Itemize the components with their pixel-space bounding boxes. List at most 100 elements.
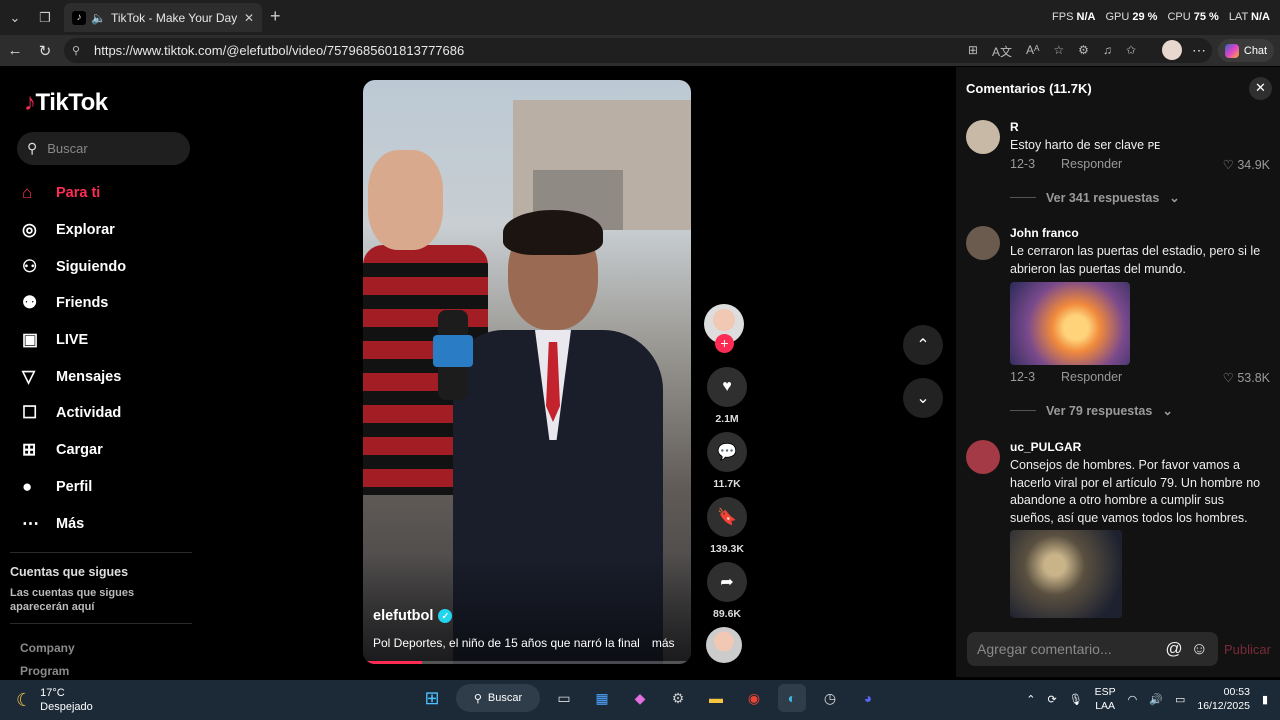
clock-app-icon[interactable]: ◷ [816,684,844,712]
close-comments-button[interactable]: ✕ [1249,77,1272,100]
comment-like[interactable]: ♡ 34.9K [1223,157,1270,172]
file-explorer-icon[interactable]: ▬ [702,684,730,712]
share-button[interactable]: ➦ 89.6K [704,562,750,620]
comment-button[interactable]: 💬 11.7K [704,432,750,490]
microphone-icon[interactable]: 🎙 [1069,693,1083,706]
chevron-up-icon[interactable]: ⌃ [1026,693,1035,706]
task-view-icon[interactable]: ▭ [550,684,578,712]
store-icon[interactable]: ▦ [588,684,616,712]
refresh-icon[interactable]: ↻ [30,42,60,60]
browser-tab[interactable]: ♪ 🔈 TikTok - Make Your Day ✕ [64,3,262,32]
video-progress-bar[interactable] [363,661,691,664]
view-replies-button[interactable]: Ver 79 respuestas ⌄ [1010,403,1173,418]
tab-close-icon[interactable]: ✕ [244,11,254,25]
emoji-icon[interactable]: ☺ [1191,639,1208,659]
comment-author[interactable]: John franco [1010,226,1079,240]
comment-image[interactable] [1010,530,1122,618]
apps-icon[interactable]: ⊞ [968,43,978,60]
comment-image[interactable] [1010,282,1130,365]
sidebar-item-para-ti[interactable]: ⌂ Para ti [22,175,202,212]
video-progress-fill [363,661,423,664]
workspaces-icon[interactable]: ❐ [30,0,60,35]
friends-icon: ⚉ [22,293,38,313]
browser-tabbar: ⌄ ❐ ♪ 🔈 TikTok - Make Your Day ✕ + FPS N… [0,0,1280,35]
weather-widget[interactable]: ☾ 17°C Despejado [16,686,93,714]
heart-outline-icon: ♡ [1222,158,1234,172]
translate-icon[interactable]: A文 [992,43,1012,60]
notification-icon[interactable]: ▮ [1262,693,1268,706]
url-text: https://www.tiktok.com/@elefutbol/video/… [94,43,465,58]
copilot-icon[interactable]: ◆ [626,684,654,712]
tiktok-favicon-icon: ♪ [72,10,86,25]
copilot-chat-button[interactable]: Chat [1218,39,1274,62]
reply-button[interactable]: Responder [1061,370,1122,384]
upload-icon: ⊞ [22,440,37,460]
comment-meta: 12-3 Responder [1010,157,1123,171]
comment-meta: 12-3 Responder [1010,370,1123,384]
view-replies-button[interactable]: Ver 341 respuestas ⌄ [1010,190,1180,205]
mention-icon[interactable]: @ [1165,639,1182,659]
new-tab-icon[interactable]: + [270,6,281,27]
sidebar-item-explorar[interactable]: ◎ Explorar [22,212,202,249]
reply-button[interactable]: Responder [1061,157,1122,171]
save-button[interactable]: 🔖 139.3K [704,497,750,555]
sidebar-item-actividad[interactable]: ☐ Actividad [22,395,202,432]
chrome-icon[interactable]: ◉ [740,684,768,712]
discord-icon[interactable]: ◕ [854,684,882,712]
tab-actions-icon[interactable]: ⌄ [0,0,30,35]
next-video-button[interactable]: ⌄ [903,378,943,418]
language-indicator[interactable]: ESP LAA [1095,685,1116,713]
video-author[interactable]: elefutbol ✓ [373,608,453,624]
video-frame-person [368,150,443,250]
favorites-icon[interactable]: ✩ [1126,43,1136,60]
sidebar-item-mas[interactable]: ⋯ Más [22,505,202,542]
comment-avatar[interactable] [966,120,1000,154]
extensions-icon[interactable]: ⚙ [1078,43,1089,60]
sync-icon[interactable]: ⟳ [1047,693,1056,706]
menu-dots-icon[interactable]: ⋯ [1192,42,1206,59]
clock[interactable]: 00:53 16/12/2025 [1197,685,1250,713]
previous-video-button[interactable]: ⌃ [903,325,943,365]
speaker-icon[interactable]: 🔈 [91,11,106,25]
wifi-icon[interactable]: ◠ [1128,693,1138,706]
sidebar-item-cargar[interactable]: ⊞ Cargar [22,432,202,469]
video-player[interactable]: elefutbol ✓ Pol Deportes, el niño de 15 … [363,80,691,664]
sound-avatar[interactable] [706,627,742,663]
comment-like[interactable]: ♡ 53.8K [1223,370,1270,385]
caption-more-link[interactable]: más [652,636,675,650]
comment-input[interactable]: Agregar comentario... @ ☺ [967,632,1218,666]
save-count: 139.3K [710,543,744,555]
search-input[interactable]: ⚲ Buscar [17,132,190,165]
comment-avatar[interactable] [966,440,1000,474]
battery-icon[interactable]: ▭ [1175,693,1185,706]
steam-icon[interactable]: ⚙ [664,684,692,712]
footer-link-company[interactable]: Company [20,641,75,655]
read-aloud-icon[interactable]: Aᴬ [1026,43,1039,60]
favorite-star-icon[interactable]: ☆ [1053,43,1064,60]
footer-link-program[interactable]: Program [20,664,69,678]
site-info-icon[interactable]: ⚲ [72,44,88,57]
comment-avatar[interactable] [966,226,1000,260]
like-button[interactable]: ♥ 2.1M [704,367,750,425]
sidebar-item-friends[interactable]: ⚉ Friends [22,285,202,322]
comment-author[interactable]: R [1010,120,1019,134]
tiktok-logo[interactable]: ♪TikTok [24,89,108,117]
follow-plus-icon[interactable]: + [715,334,734,353]
sidebar-item-live[interactable]: ▣ LIVE [22,322,202,359]
profile-avatar[interactable] [1162,40,1182,60]
media-icon[interactable]: ♫ [1103,43,1112,60]
volume-icon[interactable]: 🔊 [1149,693,1163,706]
taskbar-search[interactable]: ⚲ Buscar [456,684,540,712]
publish-button[interactable]: Publicar [1224,642,1271,657]
sidebar-item-perfil[interactable]: ● Perfil [22,469,202,506]
comment-author[interactable]: uc_PULGAR [1010,440,1081,454]
windows-start-icon[interactable]: ⊞ [418,684,446,712]
sidebar-item-mensajes[interactable]: ▽ Mensajes [22,358,202,395]
profile-icon: ● [22,476,33,496]
comment-item: R Estoy harto de ser clave ᴘᴇ 12-3 Respo… [966,120,1270,210]
edge-icon[interactable]: ◐ [778,684,806,712]
chevron-down-icon: ⌄ [1169,191,1180,205]
back-icon[interactable]: ← [0,42,30,59]
bookmark-icon: 🔖 [707,497,747,537]
sidebar-item-siguiendo[interactable]: ⚇ Siguiendo [22,248,202,285]
